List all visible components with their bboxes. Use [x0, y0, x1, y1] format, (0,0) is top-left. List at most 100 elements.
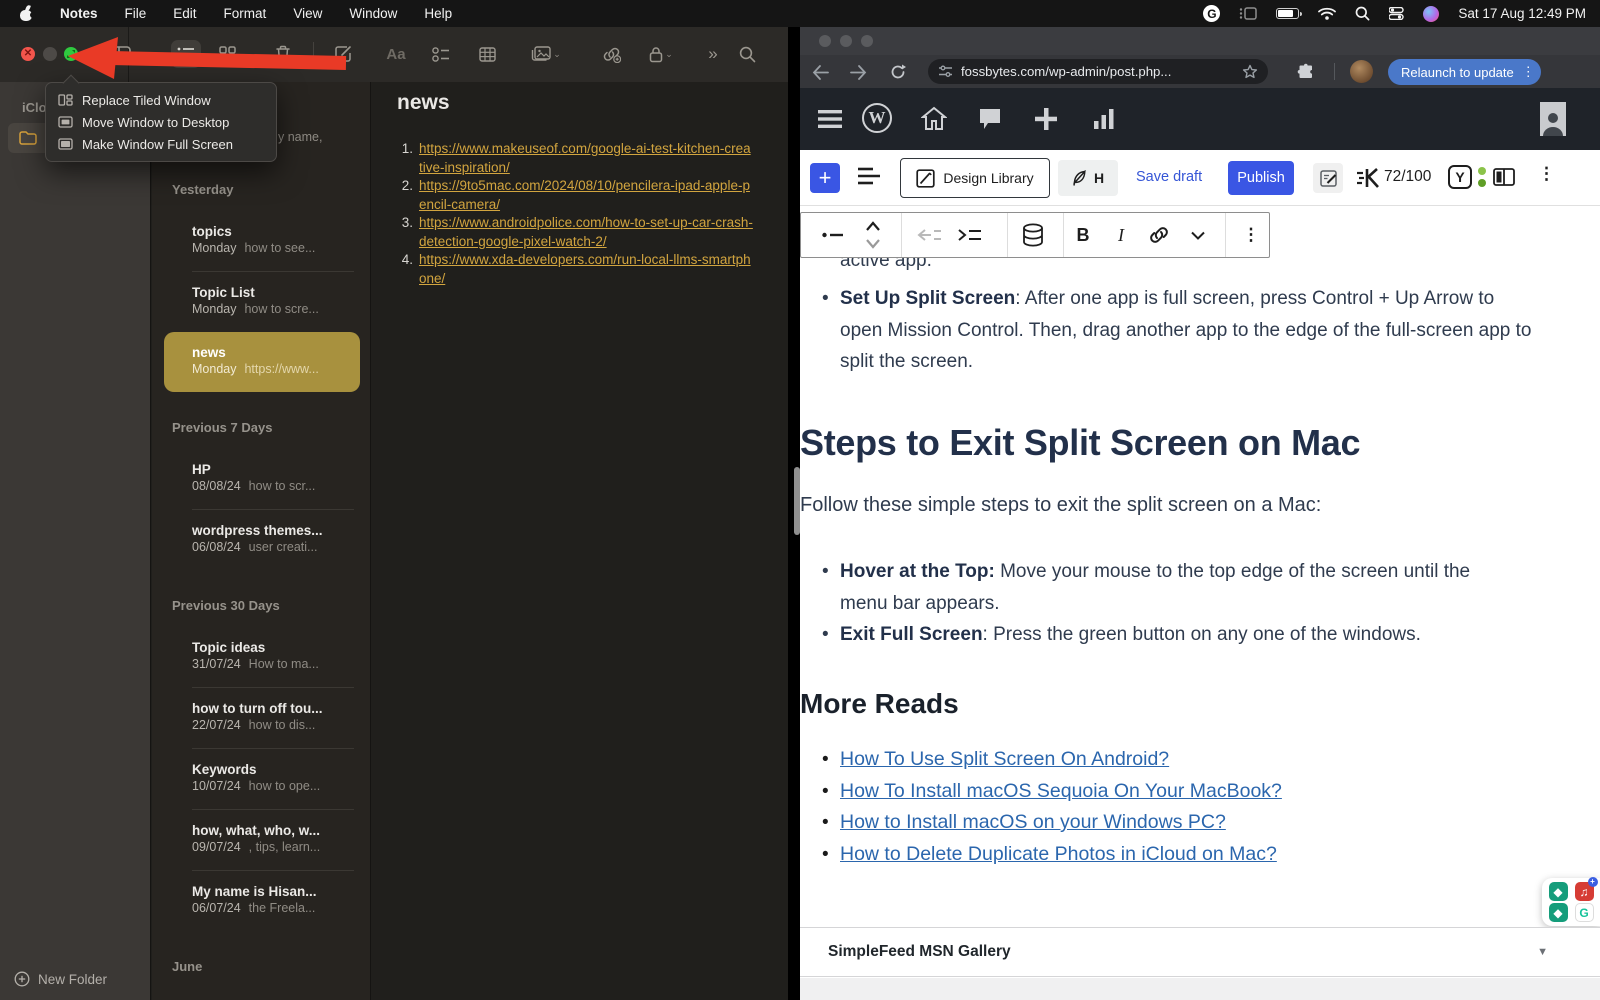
edit-post-icon[interactable] [1313, 163, 1343, 193]
note-list-item[interactable]: Topic ideas 31/07/24How to ma... [152, 627, 370, 687]
note-list-item[interactable]: topics Mondayhow to see... [152, 211, 370, 271]
article-link[interactable]: How To Install macOS Sequoia On Your Mac… [840, 780, 1282, 802]
delete-note-icon[interactable] [268, 40, 298, 68]
note-link[interactable]: https://www.xda-developers.com/run-local… [419, 251, 753, 288]
block-mover-icons[interactable] [857, 213, 889, 257]
menu-item-replace-tiled-window[interactable]: Replace Tiled Window [46, 89, 276, 111]
note-link[interactable]: https://www.makeuseof.com/google-ai-test… [419, 140, 753, 177]
siri-icon[interactable] [1423, 6, 1439, 22]
block-inserter-button[interactable]: + [810, 163, 840, 193]
forward-icon[interactable] [846, 60, 870, 84]
close-button[interactable] [819, 35, 831, 47]
close-button[interactable]: ✕ [21, 47, 35, 61]
note-list-item[interactable]: HP 08/08/24how to scr... [152, 449, 370, 509]
more-toolbar-icon[interactable]: » [698, 40, 728, 68]
intro-paragraph[interactable]: Follow these simple steps to exit the sp… [800, 494, 1321, 517]
note-list-item[interactable]: how to turn off tou... 22/07/24how to di… [192, 687, 354, 748]
stats-icon[interactable] [1088, 103, 1120, 135]
note-link[interactable]: https://9to5mac.com/2024/08/10/pencilera… [419, 177, 753, 214]
italic-icon[interactable]: I [1107, 213, 1135, 257]
menu-view[interactable]: View [293, 6, 322, 21]
list-block-icon[interactable] [817, 213, 849, 257]
menu-format[interactable]: Format [224, 6, 267, 21]
block-options-icon[interactable]: ⋮ [1235, 213, 1267, 257]
metabox-toggle-caret-icon[interactable]: ▼ [1537, 946, 1548, 958]
lock-note-icon[interactable]: ⌄ [641, 40, 681, 68]
wordpress-logo-icon[interactable]: W [862, 103, 892, 133]
bold-icon[interactable]: B [1067, 213, 1099, 257]
list-view-icon[interactable] [171, 40, 201, 68]
publish-button[interactable]: Publish [1228, 161, 1294, 195]
settings-sidebar-toggle-icon[interactable] [1492, 165, 1516, 189]
menu-help[interactable]: Help [424, 6, 452, 21]
control-center-icon[interactable] [1389, 7, 1404, 20]
note-list-item[interactable]: Keywords 10/07/24how to ope... [192, 748, 354, 809]
data-source-icon[interactable] [1015, 213, 1051, 257]
seo-score-icon[interactable] [1356, 167, 1380, 189]
notes-scrollbar-thumb[interactable] [794, 467, 800, 535]
article-link[interactable]: How to Delete Duplicate Photos in iCloud… [840, 843, 1277, 865]
menu-edit[interactable]: Edit [173, 6, 196, 21]
content-bullet-list[interactable]: Hover at the Top: Move your mouse to the… [822, 556, 1522, 651]
note-list-item[interactable]: Topic List Mondayhow to scre... [192, 271, 354, 332]
wp-user-avatar[interactable] [1540, 102, 1566, 136]
menu-app-name[interactable]: Notes [60, 6, 98, 21]
article-link[interactable]: How to Install macOS on your Windows PC? [840, 811, 1226, 833]
menu-window[interactable]: Window [349, 6, 397, 21]
simplefeed-metabox[interactable]: SimpleFeed MSN Gallery ▼ [800, 927, 1600, 977]
apple-menu-icon[interactable] [20, 6, 33, 21]
minimize-button[interactable] [43, 47, 57, 61]
insert-media-icon[interactable]: ⌄ [524, 40, 568, 68]
streak-icon[interactable]: ◆ [1549, 882, 1568, 901]
new-note-icon[interactable] [328, 40, 358, 68]
note-list-item[interactable]: My name is Hisan... 06/07/24the Freela..… [192, 870, 354, 931]
menu-clock[interactable]: Sat 17 Aug 12:49 PM [1458, 6, 1586, 21]
new-folder-button[interactable]: New Folder [14, 971, 107, 987]
streak-icon[interactable]: ◆ [1549, 903, 1568, 922]
table-icon[interactable] [472, 40, 502, 68]
more-reads-heading[interactable]: More Reads [800, 688, 959, 720]
save-draft-button[interactable]: Save draft [1136, 169, 1202, 185]
note-list-item-selected[interactable]: news Mondayhttps://www... [164, 332, 360, 392]
extension-icon[interactable]: ♫+ [1575, 882, 1594, 901]
minimize-button[interactable] [840, 35, 852, 47]
content-bullet-list[interactable]: Set Up Split Screen: After one app is fu… [822, 283, 1538, 378]
back-icon[interactable] [808, 60, 832, 84]
outdent-icon[interactable] [913, 213, 945, 257]
relaunch-to-update-button[interactable]: Relaunch to update ⋮ [1388, 59, 1541, 85]
link-icon[interactable] [1143, 213, 1175, 257]
url-text[interactable]: fossbytes.com/wp-admin/post.php... [961, 64, 1234, 79]
grammarly-icon[interactable]: G [1203, 5, 1220, 22]
gallery-view-icon[interactable] [212, 40, 242, 68]
indent-icon[interactable] [953, 213, 985, 257]
article-link[interactable]: How To Use Split Screen On Android? [840, 748, 1169, 770]
note-list-item[interactable]: how, what, who, w... 09/07/24, tips, lea… [192, 809, 354, 870]
more-formatting-chevron-icon[interactable] [1183, 213, 1213, 257]
wifi-icon[interactable] [1318, 7, 1336, 20]
chrome-profile-avatar[interactable] [1350, 60, 1373, 83]
format-text-icon[interactable]: Aa [381, 40, 411, 68]
add-link-icon[interactable] [596, 40, 626, 68]
headline-analyzer-button[interactable]: H [1058, 160, 1118, 196]
comments-icon[interactable] [974, 103, 1006, 135]
note-list-item[interactable]: wordpress themes... 06/08/24user creati.… [192, 509, 354, 570]
menu-item-move-window-to-desktop[interactable]: Move Window to Desktop [46, 111, 276, 133]
stage-manager-icon[interactable] [1239, 7, 1257, 20]
editor-options-icon[interactable]: ⋮ [1538, 164, 1555, 184]
battery-icon[interactable] [1276, 8, 1299, 19]
bookmark-star-icon[interactable] [1242, 64, 1258, 80]
design-library-button[interactable]: Design Library [900, 158, 1050, 198]
yoast-icon[interactable]: Y [1448, 165, 1472, 189]
home-icon[interactable] [918, 103, 950, 135]
note-editor[interactable]: news 1. https://www.makeuseof.com/google… [372, 82, 788, 1000]
document-overview-icon[interactable] [858, 167, 880, 185]
new-content-icon[interactable] [1030, 103, 1062, 135]
extensions-icon[interactable] [1294, 60, 1318, 84]
address-bar[interactable]: fossbytes.com/wp-admin/post.php... [928, 59, 1268, 84]
wp-menu-icon[interactable] [814, 103, 846, 135]
grammarly-icon[interactable]: G [1575, 903, 1594, 922]
checklist-icon[interactable] [426, 40, 456, 68]
search-icon[interactable] [732, 40, 762, 68]
spotlight-search-icon[interactable] [1355, 6, 1370, 21]
menu-file[interactable]: File [125, 6, 147, 21]
